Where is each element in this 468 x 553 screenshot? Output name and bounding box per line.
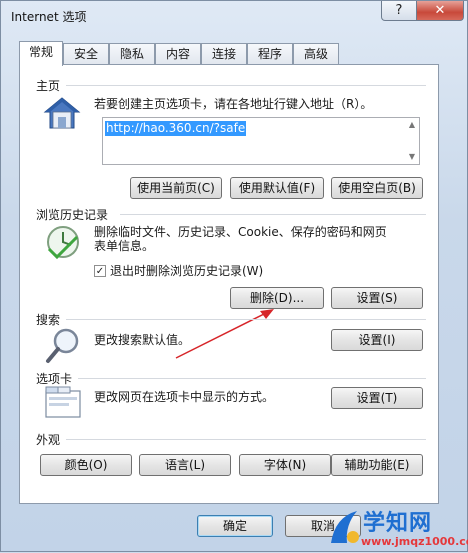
watermark-title: 学知网: [363, 511, 433, 536]
title-bar[interactable]: Internet 选项 ? ✕: [1, 1, 468, 31]
tab-security[interactable]: 安全: [63, 43, 109, 65]
use-blank-button[interactable]: 使用空白页(B): [331, 177, 423, 199]
history-description-line2: 表单信息。: [94, 239, 155, 253]
history-description-line1: 删除临时文件、历史记录、Cookie、保存的密码和网页: [94, 225, 387, 239]
fonts-button[interactable]: 字体(N): [239, 454, 331, 476]
site-watermark: 学知网 www.jmqz1000.com: [323, 503, 468, 553]
search-settings-button[interactable]: 设置(I): [331, 329, 423, 351]
magnifier-icon: [46, 328, 79, 363]
use-default-button[interactable]: 使用默认值(F): [230, 177, 324, 199]
languages-button[interactable]: 语言(L): [139, 454, 231, 476]
delete-on-exit-checkbox[interactable]: ✓: [94, 265, 106, 277]
tab-connections[interactable]: 连接: [201, 43, 247, 65]
scroll-up-icon[interactable]: ▲: [406, 119, 418, 131]
tab-content[interactable]: 内容: [155, 43, 201, 65]
search-description: 更改搜索默认值。: [94, 333, 191, 347]
use-current-button[interactable]: 使用当前页(C): [130, 177, 222, 199]
tabs-settings-button[interactable]: 设置(T): [331, 387, 423, 409]
homepage-instruction: 若要创建主页选项卡，请在各地址行键入地址（R）。: [94, 97, 373, 111]
accessibility-button[interactable]: 辅助功能(E): [331, 454, 423, 476]
watermark-logo-icon: [331, 511, 359, 543]
homepage-section-title: 主页: [36, 79, 61, 93]
tabbed-window-icon: [45, 386, 81, 418]
history-divider: [120, 214, 426, 215]
window-title: Internet 选项: [11, 10, 87, 24]
homepage-divider: [66, 85, 426, 86]
tab-programs[interactable]: 程序: [247, 43, 293, 65]
homepage-url-input[interactable]: http://hao.360.cn/?safe ▲ ▼: [102, 117, 420, 165]
history-settings-button[interactable]: 设置(S): [331, 287, 423, 309]
help-button[interactable]: ?: [381, 1, 417, 21]
tab-privacy[interactable]: 隐私: [109, 43, 155, 65]
appearance-divider: [66, 439, 426, 440]
watermark-url: www.jmqz1000.com: [361, 535, 468, 548]
scroll-down-icon[interactable]: ▼: [406, 151, 418, 163]
homepage-url-value: http://hao.360.cn/?safe: [105, 121, 247, 136]
delete-on-exit-label: 退出时删除浏览历史记录(W): [110, 264, 264, 278]
tabs-description: 更改网页在选项卡中显示的方式。: [94, 390, 275, 404]
general-tab-panel: 主页 若要创建主页选项卡，请在各地址行键入地址（R）。 http://hao.3…: [19, 64, 439, 504]
tabs-divider: [78, 378, 426, 379]
history-section-title: 浏览历史记录: [36, 208, 109, 222]
close-button[interactable]: ✕: [416, 1, 464, 21]
house-icon: [43, 97, 81, 129]
search-divider: [66, 319, 426, 320]
tab-advanced[interactable]: 高级: [293, 43, 339, 65]
internet-options-window: Internet 选项 ? ✕ 常规 安全 隐私 内容 连接 程序 高级 主页 …: [0, 0, 468, 552]
ok-button[interactable]: 确定: [197, 515, 273, 537]
colors-button[interactable]: 颜色(O): [40, 454, 132, 476]
search-section-title: 搜索: [36, 313, 61, 327]
history-clock-icon: [47, 226, 79, 260]
appearance-section-title: 外观: [36, 433, 61, 447]
tab-general[interactable]: 常规: [19, 41, 63, 66]
